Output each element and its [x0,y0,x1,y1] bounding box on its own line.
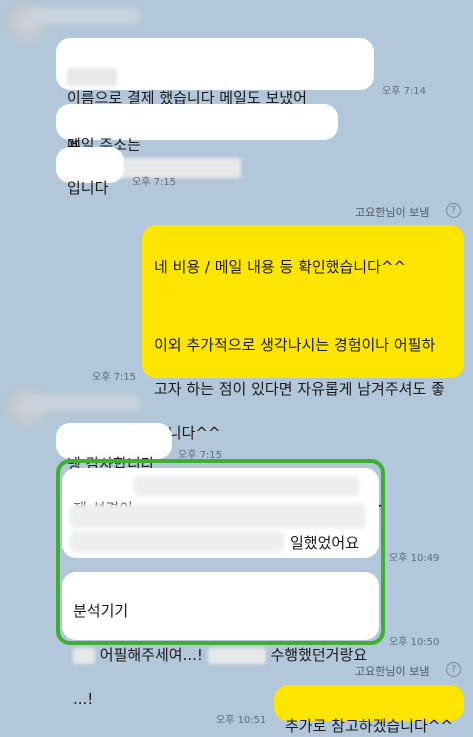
message-line: 이외 추가적으로 생각나시는 경험이나 어필하 [154,336,436,354]
incoming-message[interactable]: 이름으로 결제 했습니다 메일도 보냈어 요 [56,38,374,151]
redacted-name [67,67,117,86]
message-time: 오후 7:15 [92,372,137,383]
message-text: 추가로 참고하겠습니다^^ [285,717,453,735]
message-line: 어필해주세여...! 수행했던거랑요 [73,644,368,666]
contact-name-redacted [30,395,140,411]
message-line: 고자 하는 점이 있다면 자유롭게 남겨주셔도 좋 [154,380,445,398]
message-text: 수행했던거랑요 [270,646,368,664]
redacted-text [207,647,266,664]
incoming-message[interactable]: 입니다 [56,147,124,197]
outgoing-message[interactable]: 추가로 참고하겠습니다^^ [274,685,464,735]
message-time: 오후 7:15 [132,177,177,188]
message-time: 오후 10:50 [389,637,440,648]
message-line: 습니다^^ [154,424,221,442]
message-text: 입니다 [67,179,109,197]
outgoing-message[interactable]: 네 비용 / 메일 내용 등 확인했습니다^^ 이외 추가적으로 생각나시는 경… [142,225,464,520]
contact-name-redacted [30,8,140,24]
sent-by-label: 고요한님이 보냄 [355,206,430,219]
incoming-message[interactable]: 메일 주소는 [56,104,338,178]
message-time: 오후 10:49 [389,553,440,564]
message-text: 어필해주세여...! [99,646,203,664]
highlight-box [56,459,385,645]
chat-room: 이름으로 결제 했습니다 메일도 보냈어 요 오후 7:14 메일 주소는 입니… [0,0,473,735]
help-icon[interactable]: ? [446,662,461,677]
help-icon[interactable]: ? [446,203,461,218]
sent-by-label: 고요한님이 보냄 [355,665,430,678]
message-line: 네 비용 / 메일 내용 등 확인했습니다^^ [154,258,407,276]
incoming-message[interactable]: 넹 감사합니다 [56,423,172,473]
redacted-text [73,647,95,664]
message-time: 오후 10:51 [216,715,267,726]
message-time: 오후 7:14 [382,86,427,97]
